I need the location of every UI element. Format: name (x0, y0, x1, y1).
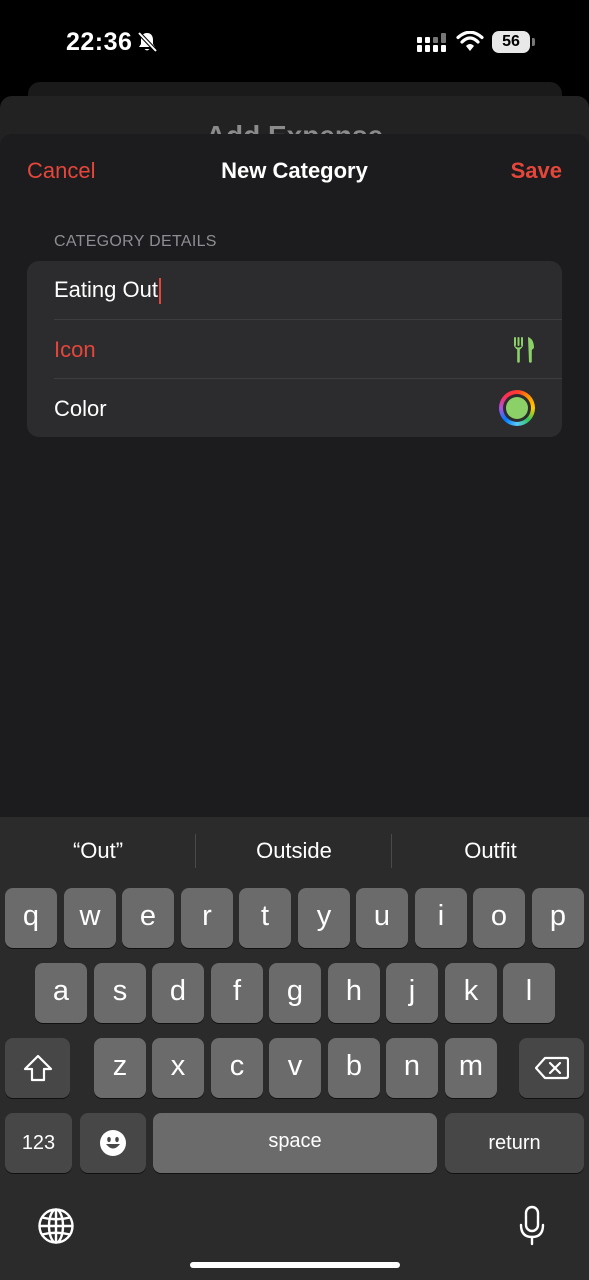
delete-key[interactable] (519, 1038, 584, 1098)
key-s[interactable]: s (94, 963, 146, 1023)
status-time: 22:36 (66, 28, 133, 56)
text-caret (159, 278, 161, 304)
key-b[interactable]: b (328, 1038, 380, 1098)
key-z[interactable]: z (94, 1038, 146, 1098)
key-v[interactable]: v (269, 1038, 321, 1098)
key-q[interactable]: q (5, 888, 57, 948)
backspace-icon (534, 1056, 569, 1080)
key-f[interactable]: f (211, 963, 263, 1023)
status-bar: 22:36 56 (0, 0, 589, 84)
icon-label: Icon (54, 337, 96, 362)
key-r[interactable]: r (181, 888, 233, 948)
key-m[interactable]: m (445, 1038, 497, 1098)
category-name-input[interactable] (52, 273, 536, 307)
selected-color-dot (506, 397, 528, 419)
key-n[interactable]: n (386, 1038, 438, 1098)
key-g[interactable]: g (269, 963, 321, 1023)
color-row[interactable]: Color (27, 379, 562, 437)
globe-icon[interactable] (37, 1207, 75, 1245)
suggestion-1[interactable]: “Out” (0, 817, 196, 885)
key-k[interactable]: k (445, 963, 497, 1023)
key-c[interactable]: c (211, 1038, 263, 1098)
key-t[interactable]: t (239, 888, 291, 948)
space-key[interactable]: space (153, 1113, 437, 1173)
category-name-row[interactable] (27, 261, 562, 319)
key-j[interactable]: j (386, 963, 438, 1023)
key-h[interactable]: h (328, 963, 380, 1023)
emoji-key[interactable] (80, 1113, 146, 1173)
key-y[interactable]: y (298, 888, 350, 948)
microphone-icon[interactable] (518, 1205, 546, 1247)
save-button[interactable]: Save (511, 158, 562, 184)
suggestion-3[interactable]: Outfit (392, 817, 589, 885)
shift-key[interactable] (5, 1038, 70, 1098)
return-key[interactable]: return (445, 1113, 584, 1173)
keyboard: “Out” Outside Outfit q w e r t y u i o p… (0, 817, 589, 1280)
cellular-signal-icon (417, 33, 446, 52)
suggestion-2[interactable]: Outside (196, 817, 392, 885)
key-i[interactable]: i (415, 888, 467, 948)
key-x[interactable]: x (152, 1038, 204, 1098)
emoji-icon (100, 1130, 126, 1156)
color-well-ring (503, 394, 531, 422)
shift-icon (23, 1054, 52, 1082)
section-header: CATEGORY DETAILS (54, 233, 217, 250)
key-o[interactable]: o (473, 888, 525, 948)
silent-bell-icon (137, 31, 158, 53)
key-l[interactable]: l (503, 963, 555, 1023)
key-a[interactable]: a (35, 963, 87, 1023)
key-p[interactable]: p (532, 888, 584, 948)
key-w[interactable]: w (64, 888, 116, 948)
color-label: Color (54, 396, 107, 421)
color-picker-swatch[interactable] (499, 390, 535, 426)
category-details-group: Icon Color (27, 261, 562, 437)
cancel-button[interactable]: Cancel (27, 158, 95, 184)
numbers-key[interactable]: 123 (5, 1113, 72, 1173)
icon-row[interactable]: Icon (27, 320, 562, 378)
key-e[interactable]: e (122, 888, 174, 948)
key-d[interactable]: d (152, 963, 204, 1023)
fork-knife-icon (514, 337, 534, 363)
wifi-icon (456, 31, 484, 51)
battery-tip (532, 38, 535, 46)
home-indicator (190, 1262, 400, 1268)
key-u[interactable]: u (356, 888, 408, 948)
battery-indicator: 56 (492, 31, 530, 53)
